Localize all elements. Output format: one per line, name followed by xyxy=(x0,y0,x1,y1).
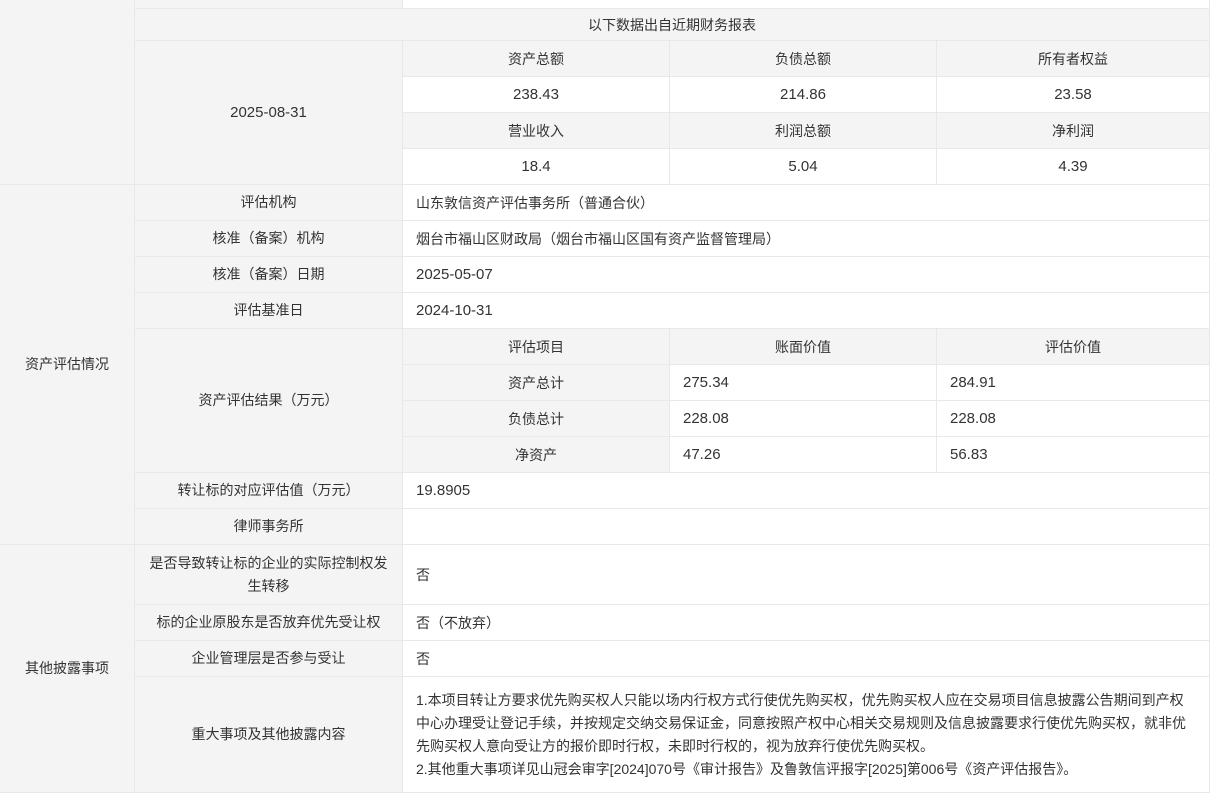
result-header-item: 评估项目 xyxy=(403,329,670,365)
financial-note: 以下数据出自近期财务报表 xyxy=(135,9,1209,41)
financial-block: 2025-08-31 资产总额 负债总额 所有者权益 238.43 214.86… xyxy=(0,41,1209,185)
result-item: 净资产 xyxy=(403,437,670,473)
table-row: 评估机构 山东敦信资产评估事务所（普通合伙） xyxy=(135,185,1209,221)
result-header-book: 账面价值 xyxy=(670,329,937,365)
table-row: 重大事项及其他披露内容 1.本项目转让方要求优先购买权人只能以场内行权方式行使优… xyxy=(135,677,1209,793)
management-value: 否 xyxy=(403,641,1209,677)
law-firm-label: 律师事务所 xyxy=(135,509,403,545)
financial-value-row: 238.43 214.86 23.58 xyxy=(403,77,1209,113)
metric-value: 238.43 xyxy=(403,77,670,113)
table-row: 评估基准日 2024-10-31 xyxy=(135,293,1209,329)
table-row: 企业管理层是否参与受让 否 xyxy=(135,641,1209,677)
base-date-value: 2024-10-31 xyxy=(403,293,1209,329)
content-spacer xyxy=(403,0,1209,9)
major-items-label: 重大事项及其他披露内容 xyxy=(135,677,403,793)
agency-value: 山东敦信资产评估事务所（普通合伙） xyxy=(403,185,1209,221)
table-row: 是否导致转让标的企业的实际控制权发生转移 否 xyxy=(135,545,1209,605)
result-assessed-value: 228.08 xyxy=(937,401,1209,437)
metric-label: 所有者权益 xyxy=(937,41,1209,77)
metric-value: 214.86 xyxy=(670,77,937,113)
section-title-other: 其他披露事项 xyxy=(0,545,135,793)
result-header-row: 评估项目 账面价值 评估价值 xyxy=(403,329,1209,365)
result-book-value: 47.26 xyxy=(670,437,937,473)
base-date-label: 评估基准日 xyxy=(135,293,403,329)
table-row: 标的企业原股东是否放弃优先受让权 否（不放弃） xyxy=(135,605,1209,641)
result-row: 资产总计 275.34 284.91 xyxy=(403,365,1209,401)
evaluation-rows: 评估机构 山东敦信资产评估事务所（普通合伙） 核准（备案）机构 烟台市福山区财政… xyxy=(135,185,1209,545)
other-section: 其他披露事项 是否导致转让标的企业的实际控制权发生转移 否 标的企业原股东是否放… xyxy=(0,545,1209,793)
metric-label: 净利润 xyxy=(937,113,1209,149)
metric-value: 5.04 xyxy=(670,149,937,185)
table-row: 核准（备案）机构 烟台市福山区财政局（烟台市福山区国有资产监督管理局） xyxy=(135,221,1209,257)
table-row: 核准（备案）日期 2025-05-07 xyxy=(135,257,1209,293)
law-firm-value xyxy=(403,509,1209,545)
major-items-paragraph-1: 1.本项目转让方要求优先购买权人只能以场内行权方式行使优先购买权，优先购买权人应… xyxy=(416,689,1196,758)
result-row: 负债总计 228.08 228.08 xyxy=(403,401,1209,437)
management-label: 企业管理层是否参与受让 xyxy=(135,641,403,677)
approval-date-label: 核准（备案）日期 xyxy=(135,257,403,293)
approval-org-label: 核准（备案）机构 xyxy=(135,221,403,257)
financial-date: 2025-08-31 xyxy=(135,41,403,185)
financial-header-row: 营业收入 利润总额 净利润 xyxy=(403,113,1209,149)
section-column-spacer xyxy=(0,41,135,185)
metric-value: 4.39 xyxy=(937,149,1209,185)
disclosure-table: 以下数据出自近期财务报表 2025-08-31 资产总额 负债总额 所有者权益 … xyxy=(0,0,1210,793)
table-row: 律师事务所 xyxy=(135,509,1209,545)
approval-date-value: 2025-05-07 xyxy=(403,257,1209,293)
metric-label: 资产总额 xyxy=(403,41,670,77)
result-block: 资产评估结果（万元） 评估项目 账面价值 评估价值 资产总计 275.34 28… xyxy=(135,329,1209,473)
result-header-assessed: 评估价值 xyxy=(937,329,1209,365)
metric-value: 23.58 xyxy=(937,77,1209,113)
approval-org-value: 烟台市福山区财政局（烟台市福山区国有资产监督管理局） xyxy=(403,221,1209,257)
result-item: 资产总计 xyxy=(403,365,670,401)
major-items-paragraph-2: 2.其他重大事项详见山冠会审字[2024]070号《审计报告》及鲁敦信评报字[2… xyxy=(416,758,1196,781)
other-rows: 是否导致转让标的企业的实际控制权发生转移 否 标的企业原股东是否放弃优先受让权 … xyxy=(135,545,1209,793)
control-transfer-value: 否 xyxy=(403,545,1209,605)
waiver-value: 否（不放弃） xyxy=(403,605,1209,641)
result-table: 评估项目 账面价值 评估价值 资产总计 275.34 284.91 负债总计 2… xyxy=(403,329,1209,473)
label-column-spacer xyxy=(135,0,403,9)
financial-grid: 资产总额 负债总额 所有者权益 238.43 214.86 23.58 营业收入… xyxy=(403,41,1209,185)
metric-label: 营业收入 xyxy=(403,113,670,149)
target-value-label: 转让标的对应评估值（万元） xyxy=(135,473,403,509)
agency-label: 评估机构 xyxy=(135,185,403,221)
result-book-value: 275.34 xyxy=(670,365,937,401)
metric-value: 18.4 xyxy=(403,149,670,185)
metric-label: 利润总额 xyxy=(670,113,937,149)
table-row: 转让标的对应评估值（万元） 19.8905 xyxy=(135,473,1209,509)
financial-value-row: 18.4 5.04 4.39 xyxy=(403,149,1209,185)
partial-top-row xyxy=(0,0,1209,9)
section-column-spacer xyxy=(0,9,135,41)
control-transfer-label: 是否导致转让标的企业的实际控制权发生转移 xyxy=(135,545,403,605)
section-column-spacer xyxy=(0,0,135,9)
section-title-evaluation: 资产评估情况 xyxy=(0,185,135,545)
result-book-value: 228.08 xyxy=(670,401,937,437)
result-item: 负债总计 xyxy=(403,401,670,437)
target-value: 19.8905 xyxy=(403,473,1209,509)
major-items-content: 1.本项目转让方要求优先购买权人只能以场内行权方式行使优先购买权，优先购买权人应… xyxy=(403,677,1209,793)
evaluation-section: 资产评估情况 评估机构 山东敦信资产评估事务所（普通合伙） 核准（备案）机构 烟… xyxy=(0,185,1209,545)
result-assessed-value: 56.83 xyxy=(937,437,1209,473)
result-label: 资产评估结果（万元） xyxy=(135,329,403,473)
note-row: 以下数据出自近期财务报表 xyxy=(0,9,1209,41)
result-row: 净资产 47.26 56.83 xyxy=(403,437,1209,473)
result-assessed-value: 284.91 xyxy=(937,365,1209,401)
financial-header-row: 资产总额 负债总额 所有者权益 xyxy=(403,41,1209,77)
metric-label: 负债总额 xyxy=(670,41,937,77)
waiver-label: 标的企业原股东是否放弃优先受让权 xyxy=(135,605,403,641)
